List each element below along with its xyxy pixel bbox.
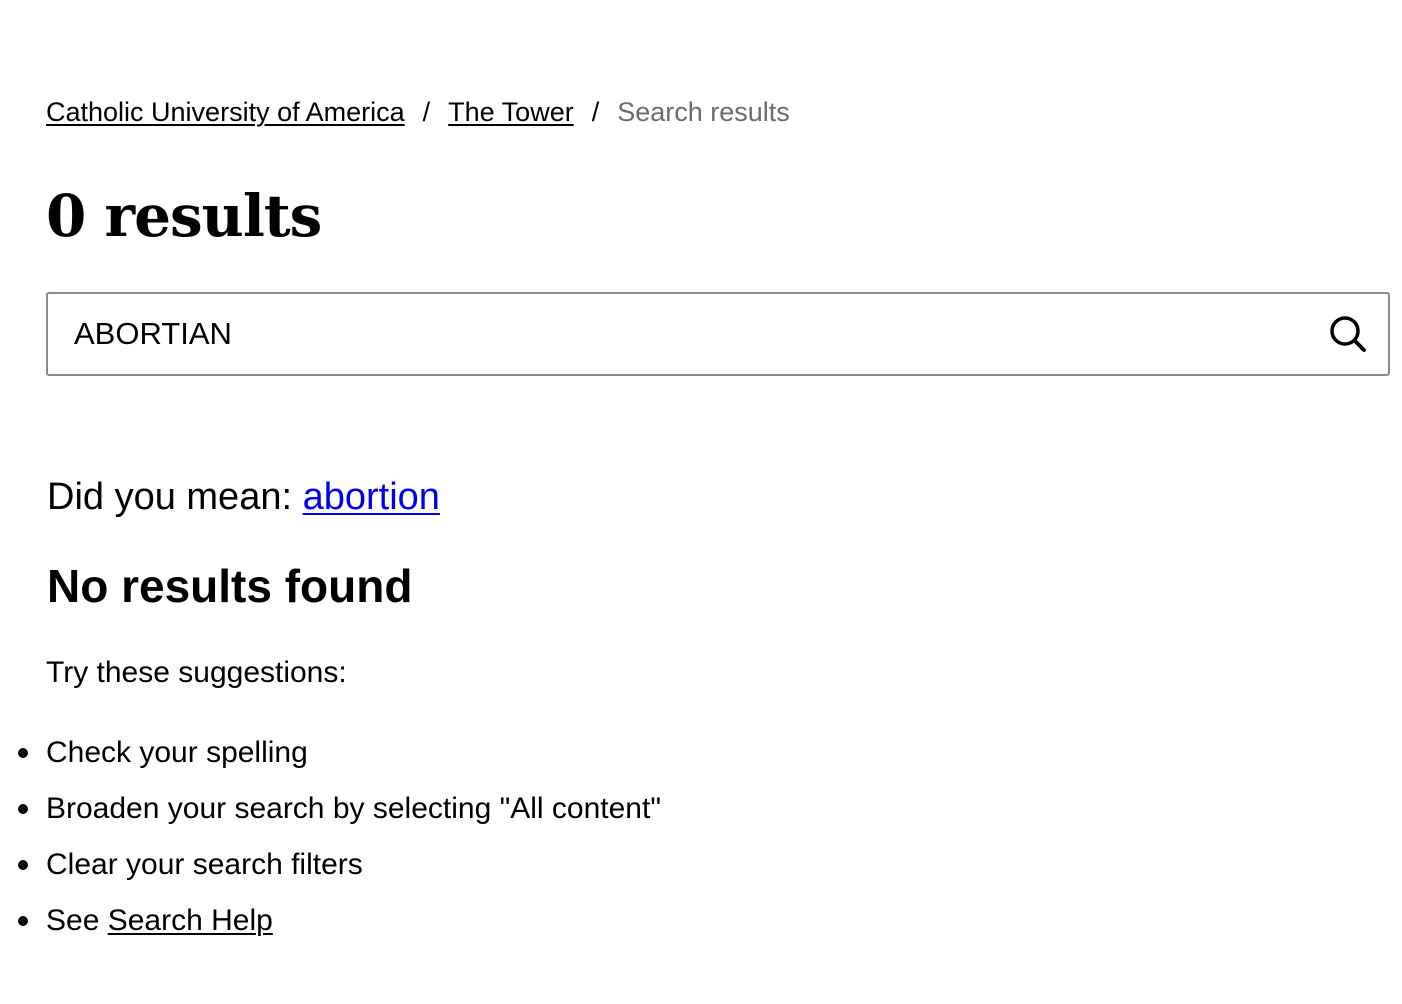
search-button[interactable]: [1308, 294, 1388, 374]
results-count-title: 0 results: [46, 182, 322, 250]
breadcrumb: Catholic University of America / The Tow…: [46, 94, 790, 130]
breadcrumb-separator: /: [591, 97, 600, 127]
suggestion-text: Check your spelling: [46, 736, 308, 769]
list-item: See Search Help: [18, 893, 661, 949]
search-help-link[interactable]: Search Help: [108, 904, 273, 937]
suggestion-prefix: See: [46, 904, 108, 937]
suggestions-list: Check your spelling Broaden your search …: [18, 725, 661, 949]
search-box: [46, 292, 1390, 376]
no-results-heading: No results found: [47, 560, 413, 612]
bullet-icon: [18, 804, 28, 814]
search-input[interactable]: [48, 294, 1288, 374]
search-results-page: Catholic University of America / The Tow…: [0, 0, 1402, 1004]
breadcrumb-link-the-tower[interactable]: The Tower: [448, 94, 574, 130]
list-item: Clear your search filters: [18, 837, 661, 893]
breadcrumb-link-catholic-university[interactable]: Catholic University of America: [46, 94, 405, 130]
bullet-icon: [18, 916, 28, 926]
suggestions-intro: Try these suggestions:: [46, 656, 347, 689]
did-you-mean: Did you mean: abortion: [47, 472, 440, 522]
bullet-icon: [18, 860, 28, 870]
suggestion-text: Clear your search filters: [46, 848, 363, 881]
did-you-mean-link[interactable]: abortion: [303, 476, 440, 518]
list-item: Broaden your search by selecting "All co…: [18, 781, 661, 837]
did-you-mean-prefix: Did you mean:: [47, 476, 303, 518]
bullet-icon: [18, 748, 28, 758]
list-item: Check your spelling: [18, 725, 661, 781]
breadcrumb-current-page: Search results: [617, 97, 790, 127]
suggestion-text: Broaden your search by selecting "All co…: [46, 792, 661, 825]
breadcrumb-separator: /: [422, 97, 431, 127]
search-icon: [1330, 316, 1366, 352]
